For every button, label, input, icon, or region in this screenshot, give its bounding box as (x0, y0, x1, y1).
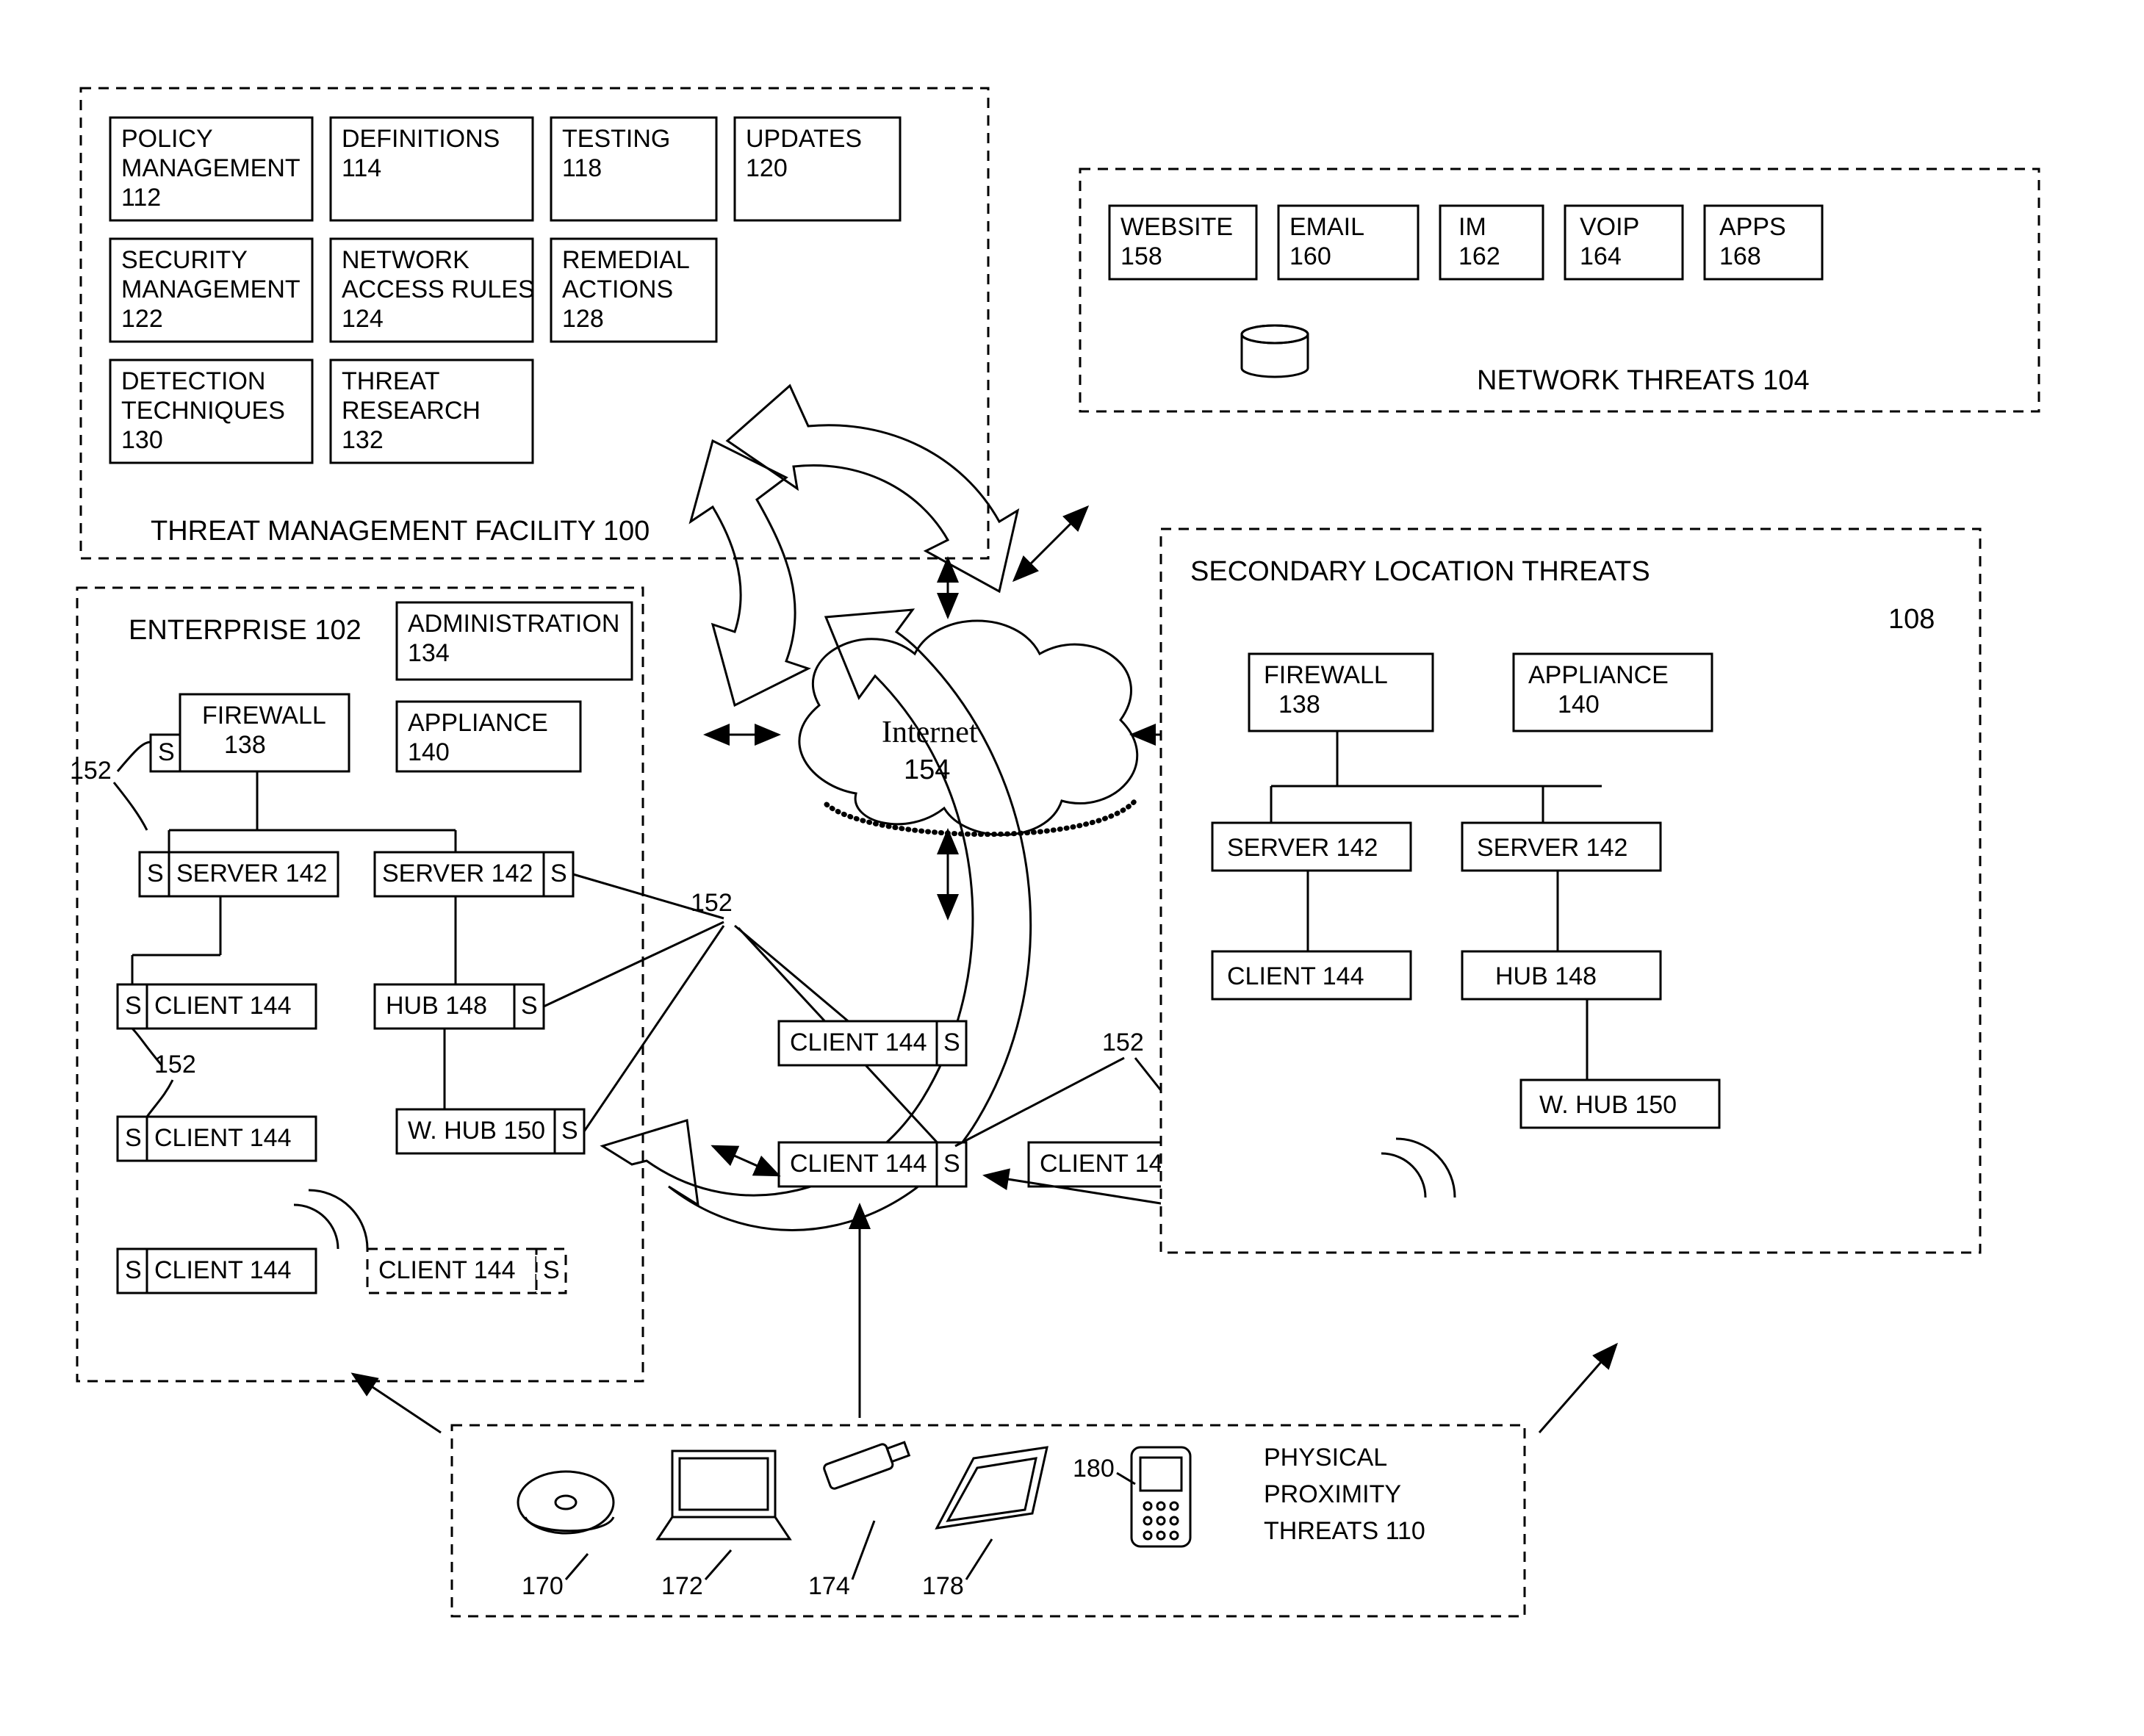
svg-text:W. HUB 150: W. HUB 150 (1539, 1091, 1677, 1119)
svg-text:S: S (943, 1029, 960, 1056)
enterprise-server1: S SERVER 142 (140, 852, 338, 896)
svg-text:SERVER 142: SERVER 142 (1477, 834, 1627, 862)
svg-text:CLIENT 144: CLIENT 144 (1040, 1150, 1176, 1178)
svg-text:HUB 148: HUB 148 (1495, 962, 1597, 990)
svg-text:SECONDARY LOCATION THREATS: SECONDARY LOCATION THREATS (1190, 556, 1650, 587)
svg-text:NETWORK THREATS 104: NETWORK THREATS 104 (1477, 365, 1810, 396)
enterprise-hub: S HUB 148 (375, 984, 544, 1029)
enterprise: ENTERPRISE 102 ADMINISTRATION134 S FIREW… (70, 588, 643, 1381)
secondary-appliance: APPLIANCE140 (1514, 654, 1712, 731)
internet-ref: 154 (904, 754, 950, 785)
svg-text:THREAT MANAGEMENT FACILITY 100: THREAT MANAGEMENT FACILITY 100 (151, 516, 650, 547)
secondary-firewall: FIREWALL138 (1249, 654, 1433, 731)
enterprise-client-a: S CLIENT 144 (118, 984, 316, 1029)
svg-text:S: S (521, 992, 538, 1020)
svg-text:THREATS 110: THREATS 110 (1264, 1517, 1425, 1545)
box-im: IM162 (1440, 206, 1543, 279)
box-voip: VOIP164 (1565, 206, 1683, 279)
svg-text:174: 174 (808, 1572, 850, 1600)
svg-text:172: 172 (661, 1572, 703, 1600)
secondary-client: CLIENT 144 (1212, 951, 1411, 999)
enterprise-client-d-dashed: S CLIENT 144 (367, 1249, 566, 1293)
svg-text:S: S (125, 1256, 142, 1284)
svg-text:CLIENT 144: CLIENT 144 (1227, 962, 1364, 990)
box-threat-research: THREAT RESEARCH 132 (331, 360, 533, 463)
svg-text:CLIENT 144: CLIENT 144 (154, 992, 291, 1020)
box-definitions: DEFINITIONS 114 (331, 118, 533, 220)
secondary-hub: HUB 148 (1462, 951, 1661, 999)
svg-text:S: S (147, 860, 164, 887)
ref: 112 (121, 184, 161, 212)
svg-text:PHYSICAL: PHYSICAL (1264, 1444, 1387, 1472)
ref-152-right: 152 (1102, 1029, 1144, 1056)
enterprise-client-b: S CLIENT 144 (118, 1117, 316, 1161)
svg-text:SERVER 142: SERVER 142 (382, 860, 533, 887)
svg-text:CLIENT 144: CLIENT 144 (790, 1029, 927, 1056)
internet-cloud: Internet 154 (799, 621, 1137, 835)
box-remedial-actions: REMEDIAL ACTIONS 128 (551, 239, 716, 342)
svg-text:108: 108 (1888, 604, 1935, 635)
box-policy-management: POLICY MANAGEMENT 112 (110, 118, 312, 220)
svg-text:CLIENT 144: CLIENT 144 (790, 1150, 927, 1178)
ref-152a: 152 (70, 757, 112, 785)
svg-text:PROXIMITY: PROXIMITY (1264, 1480, 1401, 1508)
svg-text:CLIENT 144: CLIENT 144 (154, 1256, 291, 1284)
svg-text:SERVER 142: SERVER 142 (176, 860, 327, 887)
svg-text:SERVER 142: SERVER 142 (1227, 834, 1378, 862)
box-testing: TESTING 118 (551, 118, 716, 220)
svg-text:S: S (550, 860, 567, 887)
box-appliance-ent: APPLIANCE140 (397, 702, 580, 771)
svg-text:W. HUB 150: W. HUB 150 (408, 1117, 545, 1145)
box-security-management: SECURITY MANAGEMENT 122 (110, 239, 312, 342)
svg-text:170: 170 (522, 1572, 564, 1600)
secondary-whub: W. HUB 150 (1521, 1080, 1719, 1128)
svg-text:S: S (158, 738, 175, 766)
internet-label: Internet (882, 716, 978, 749)
svg-text:HUB 148: HUB 148 (386, 992, 487, 1020)
open-arrow-enterprise-secondary (602, 610, 1031, 1230)
svg-text:CLIENT 144: CLIENT 144 (154, 1124, 291, 1152)
enterprise-whub: S W. HUB 150 (397, 1109, 584, 1153)
svg-text:180: 180 (1073, 1455, 1115, 1483)
enterprise-firewall: S FIREWALL138 (151, 694, 349, 771)
svg-text:ENTERPRISE 102: ENTERPRISE 102 (129, 615, 361, 646)
svg-text:S: S (543, 1256, 560, 1284)
architecture-diagram: THREAT MANAGEMENT FACILITY 100 POLICY MA… (0, 0, 2144, 1736)
svg-text:S: S (125, 992, 142, 1020)
svg-text:178: 178 (922, 1572, 964, 1600)
enterprise-server2: S SERVER 142 (375, 852, 573, 896)
box-detection-techniques: DETECTION TECHNIQUES 130 (110, 360, 312, 463)
tmf-label: THREAT MANAGEMENT FACILITY (151, 516, 596, 547)
box-updates: UPDATES 120 (735, 118, 900, 220)
box-website: WEBSITE158 (1109, 206, 1256, 279)
enterprise-client-c: S CLIENT 144 (118, 1249, 316, 1293)
secondary-server2: SERVER 142 (1462, 823, 1661, 871)
physical-proximity-threats: PHYSICAL PROXIMITY THREATS 110 170 172 1… (452, 1425, 1525, 1616)
box-apps: APPS168 (1705, 206, 1822, 279)
secondary-server1: SERVER 142 (1212, 823, 1411, 871)
network-threats: NETWORK THREATS 104 WEBSITE158 EMAIL160 … (1080, 169, 2039, 411)
free-client-1: S CLIENT 144 (779, 1021, 966, 1065)
free-client-2: S CLIENT 144 (779, 1142, 966, 1186)
box-network-access-rules: NETWORK ACCESS RULES 124 (331, 239, 542, 342)
tmf-ref: 100 (603, 516, 650, 547)
box-administration: ADMINISTRATION134 (397, 602, 632, 680)
svg-text:CLIENT 144: CLIENT 144 (378, 1256, 515, 1284)
svg-text:S: S (125, 1124, 142, 1152)
svg-text:S: S (943, 1150, 960, 1178)
svg-text:S: S (561, 1117, 578, 1145)
secondary-location-threats: SECONDARY LOCATION THREATS 108 FIREWALL1… (1161, 529, 1980, 1253)
box-email: EMAIL160 (1278, 206, 1418, 279)
threat-management-facility: THREAT MANAGEMENT FACILITY 100 POLICY MA… (81, 88, 988, 558)
ref-152-center: 152 (691, 889, 733, 917)
